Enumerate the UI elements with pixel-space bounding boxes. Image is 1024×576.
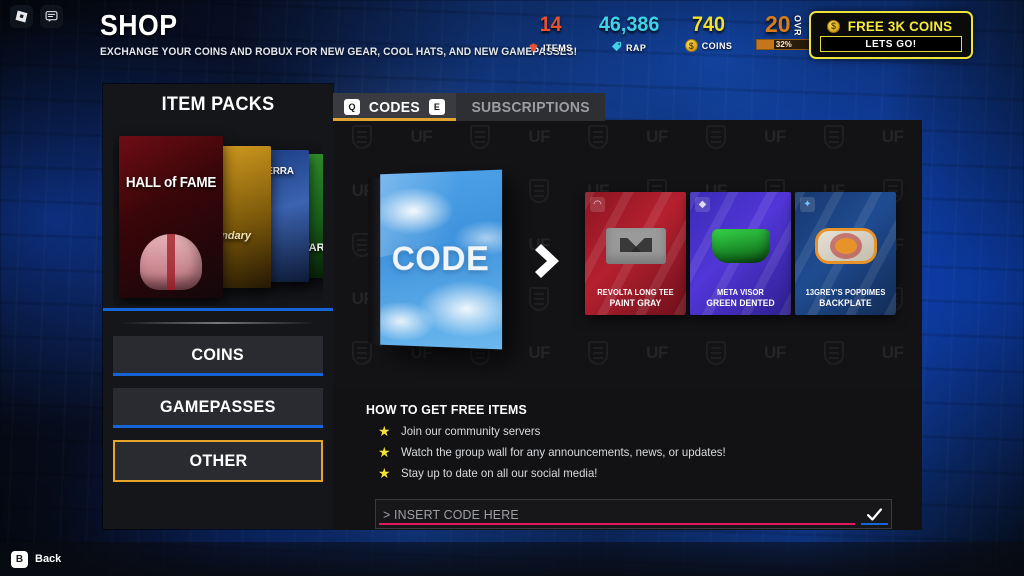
code-box-label: CODE [391, 239, 490, 279]
sidebar-item-gamepasses-underline [113, 425, 323, 428]
stat-ovr: 20 OVR 32% [756, 11, 812, 51]
item-art-tee [585, 218, 686, 274]
top-header: SHOP EXCHANGE YOUR COINS AND ROBUX FOR N… [0, 0, 1024, 72]
showcase-item-3[interactable]: ✦ 13GREY'S POPDIMES BACKPLATE [795, 192, 896, 315]
coin-icon: $ [684, 39, 698, 52]
code-box-spine [368, 176, 382, 347]
how-to-bullet-3-text: Stay up to date on all our social media! [400, 466, 598, 480]
ovr-label: OVR [792, 15, 803, 37]
star-icon: ★ [378, 465, 391, 481]
sidebar-item-gamepasses-label: GAMEPASSES [160, 396, 276, 416]
how-to-title: HOW TO GET FREE ITEMS [366, 402, 527, 417]
showcase-item-1-variant: PAINT GRAY [609, 298, 662, 308]
star-icon: ★ [378, 423, 391, 439]
item-art-visor [690, 218, 791, 274]
player-stats: 14 ITEMS 46,386 RAP 740 $ COINS 20 OVR 3… [528, 11, 838, 57]
showcase-item-3-name: 13GREY'S POPDIMES [805, 288, 886, 297]
showcase-item-3-variant: BACKPLATE [819, 298, 872, 308]
chevron-right-icon [533, 240, 567, 282]
sidebar-item-coins-label: COINS [191, 344, 245, 364]
code-input[interactable]: > INSERT CODE HERE [376, 500, 858, 528]
item-packs-underline [103, 308, 333, 311]
how-to-bullet-1: ★ Join our community servers [366, 424, 922, 438]
sidebar-item-other[interactable]: OTHER [113, 440, 323, 482]
keycap-e-icon: E [428, 99, 445, 115]
star-icon: ✦ [800, 197, 815, 212]
keycap-b-icon: B [11, 550, 28, 568]
tab-subscriptions-label: SUBSCRIPTIONS [471, 98, 590, 116]
shirt-icon [528, 39, 539, 57]
roblox-overlay-icons [10, 5, 63, 28]
lets-go-button[interactable]: LETS GO! [820, 36, 962, 52]
code-showcase: CODE ◠ REVOLTA LONG TEE PAINT GRAY ◆ MET… [333, 120, 922, 395]
back-button-label[interactable]: Back [35, 553, 61, 565]
coin-icon: $ [827, 19, 841, 33]
ovr-progress-bar: 32% [756, 39, 812, 51]
showcase-item-2-name: META VISOR [717, 288, 764, 297]
keycap-q-icon: Q [344, 99, 360, 115]
swirl-icon: ◠ [590, 197, 605, 212]
item-art-backplate [795, 218, 896, 274]
ovr-progress-text: 32% [775, 40, 792, 50]
how-to-bullet-2: ★ Watch the group wall for any announcem… [366, 445, 922, 459]
check-icon [866, 506, 883, 523]
tab-subscriptions[interactable]: SUBSCRIPTIONS [455, 93, 606, 121]
stat-coins-label: COINS [701, 40, 733, 51]
showcase-item-2-variant: GREEN DENTED [706, 298, 775, 308]
sidebar-item-coins-underline [113, 373, 323, 376]
bottom-bar: B Back [0, 542, 1024, 576]
content-panel: UFUFUFUFUFUFUFUFUFUFUFUFUFUFUFUFUFUFUFUF… [333, 120, 922, 530]
how-to-bullet-1-text: Join our community servers [400, 424, 540, 438]
code-submit-button[interactable] [858, 500, 891, 528]
stat-items-label: ITEMS [543, 43, 573, 53]
page-subtitle: EXCHANGE YOUR COINS AND ROBUX FOR NEW GE… [100, 46, 578, 58]
item-packs-preview[interactable]: STAR ERRA endary HALL of FAME [113, 126, 323, 306]
content-tabs: Q CODES E SUBSCRIPTIONS [333, 93, 606, 121]
sidebar-item-other-label: OTHER [189, 451, 247, 470]
star-icon: ★ [378, 444, 391, 460]
how-to-bullet-3: ★ Stay up to date on all our social medi… [366, 466, 922, 480]
shop-screen: SHOP EXCHANGE YOUR COINS AND ROBUX FOR N… [0, 0, 1024, 576]
stat-coins-value: 740 [692, 13, 725, 36]
shield-icon: ◆ [695, 197, 710, 212]
ovr-value: 20 [764, 11, 791, 37]
how-to-bullet-2-text: Watch the group wall for any announcemen… [400, 445, 726, 459]
sidebar-item-gamepasses[interactable]: GAMEPASSES [113, 388, 323, 428]
stat-items-value: 14 [539, 13, 562, 36]
stat-items: 14 ITEMS [528, 14, 573, 57]
page-title: SHOP [100, 10, 178, 42]
free-coins-title: FREE 3K COINS [847, 18, 953, 34]
showcase-item-1-name: REVOLTA LONG TEE [597, 288, 674, 297]
roblox-logo-icon[interactable] [10, 5, 33, 28]
code-entry-row: > INSERT CODE HERE [375, 499, 892, 529]
stat-rap-value: 46,386 [598, 13, 659, 36]
free-coins-panel[interactable]: $ FREE 3K COINS LETS GO! [809, 11, 973, 59]
sidebar-title: ITEM PACKS [161, 94, 275, 115]
tab-codes-label: CODES [368, 98, 420, 116]
stat-rap: 46,386 RAP [597, 14, 661, 57]
code-box-graphic: CODE [368, 169, 503, 350]
stat-coins: 740 $ COINS [684, 13, 733, 52]
helmet-graphic [140, 234, 202, 290]
sidebar-divider [120, 322, 316, 324]
tab-codes[interactable]: Q CODES E [333, 93, 456, 121]
showcase-item-2[interactable]: ◆ META VISOR GREEN DENTED [690, 192, 791, 315]
lets-go-label: LETS GO! [865, 38, 917, 50]
tag-icon [611, 39, 622, 57]
chat-icon[interactable] [40, 5, 63, 28]
stat-rap-label: RAP [626, 43, 647, 53]
sidebar-item-coins[interactable]: COINS [113, 336, 323, 376]
code-input-placeholder: > INSERT CODE HERE [383, 506, 519, 522]
sidebar-panel: ITEM PACKS STAR ERRA endary HALL of FAME… [103, 84, 333, 529]
showcase-item-1[interactable]: ◠ REVOLTA LONG TEE PAINT GRAY [585, 192, 686, 315]
pack-label-1: HALL of FAME [125, 174, 217, 191]
how-to-get-free-items: HOW TO GET FREE ITEMS ★ Join our communi… [333, 389, 922, 530]
pack-thumbnail-1: HALL of FAME [119, 136, 223, 298]
